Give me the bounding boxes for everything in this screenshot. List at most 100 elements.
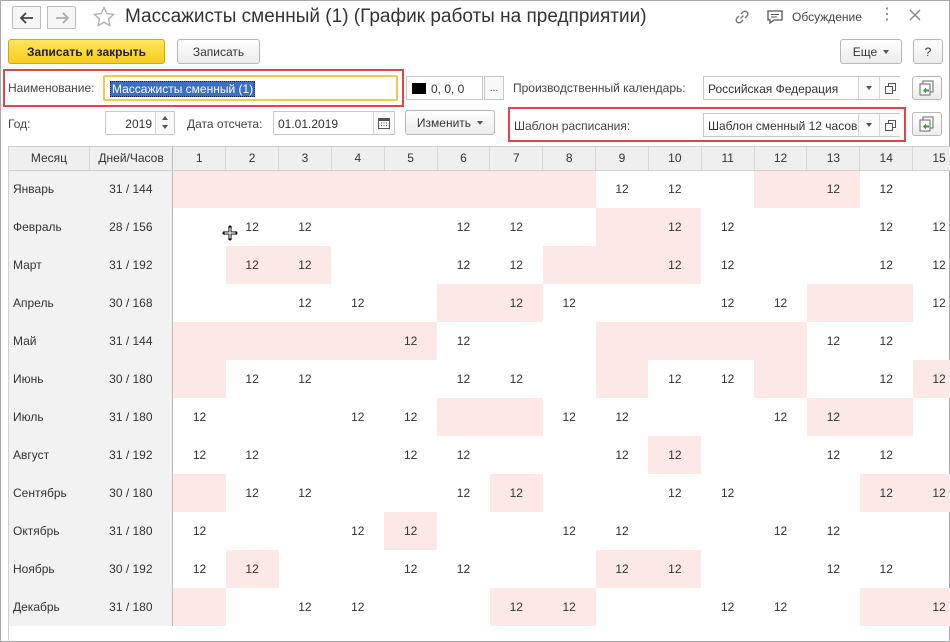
day-cell[interactable] (384, 208, 437, 246)
column-header-day[interactable]: 6 (437, 147, 491, 171)
day-cell[interactable]: 12 (596, 398, 649, 436)
day-cell[interactable]: 12 (754, 284, 807, 322)
day-cell[interactable]: 12 (648, 550, 702, 588)
day-cell[interactable] (384, 246, 437, 284)
template-select[interactable]: Шаблон сменный 12 часов (703, 113, 900, 137)
day-cell[interactable] (384, 588, 437, 626)
day-cell[interactable] (172, 588, 226, 626)
column-header-day[interactable]: 3 (278, 147, 332, 171)
days-hours-cell[interactable]: 30 / 180 (89, 474, 174, 512)
year-input[interactable]: 2019 (105, 111, 175, 135)
day-cell[interactable]: 12 (648, 246, 702, 284)
days-hours-cell[interactable]: 30 / 180 (89, 360, 174, 398)
discuss-button[interactable] (766, 9, 784, 28)
save-and-close-button[interactable]: Записать и закрыть (8, 39, 165, 64)
day-cell[interactable]: 12 (279, 588, 332, 626)
day-cell[interactable]: 12 (913, 284, 950, 322)
day-cell[interactable]: 12 (437, 550, 490, 588)
day-cell[interactable] (173, 208, 226, 246)
day-cell[interactable] (279, 398, 332, 436)
day-cell[interactable] (648, 322, 702, 360)
vertical-dots-icon[interactable]: ⋮ (879, 7, 895, 23)
day-cell[interactable] (384, 474, 437, 512)
template-open-button[interactable] (879, 114, 900, 136)
day-cell[interactable] (595, 322, 649, 360)
month-cell[interactable]: Июнь (9, 360, 90, 398)
name-input[interactable]: Массажисты сменный (1) (103, 75, 398, 101)
day-cell[interactable]: 12 (437, 436, 490, 474)
month-cell[interactable]: Март (9, 246, 90, 284)
month-cell[interactable]: Апрель (9, 284, 90, 322)
day-cell[interactable] (596, 588, 649, 626)
column-header-day[interactable]: 2 (225, 147, 280, 171)
column-header-day[interactable]: 4 (331, 147, 385, 171)
day-cell[interactable] (543, 436, 596, 474)
day-cell[interactable]: 12 (807, 436, 860, 474)
day-cell[interactable] (225, 322, 279, 360)
day-cell[interactable] (437, 284, 490, 322)
back-button[interactable] (12, 6, 41, 29)
day-cell[interactable] (226, 398, 279, 436)
day-cell[interactable]: 12 (595, 550, 649, 588)
day-cell[interactable]: 12 (331, 588, 384, 626)
column-header-day[interactable]: 12 (754, 147, 808, 171)
day-cell[interactable]: 12 (648, 170, 701, 208)
day-cell[interactable] (913, 398, 950, 436)
days-hours-cell[interactable]: 31 / 144 (89, 170, 174, 208)
day-cell[interactable] (172, 322, 226, 360)
color-choose-button[interactable]: ... (484, 76, 504, 100)
day-cell[interactable] (859, 588, 913, 626)
column-header-day[interactable]: 13 (806, 147, 861, 171)
template-dropdown-button[interactable] (858, 114, 879, 136)
day-cell[interactable]: 12 (912, 588, 950, 626)
day-cell[interactable]: 12 (860, 436, 913, 474)
day-cell[interactable]: 12 (543, 398, 596, 436)
day-cell[interactable]: 12 (543, 284, 596, 322)
day-cell[interactable]: 12 (384, 512, 438, 550)
day-cell[interactable] (331, 474, 384, 512)
day-cell[interactable]: 12 (226, 436, 279, 474)
day-cell[interactable]: 12 (226, 360, 279, 398)
day-cell[interactable] (331, 360, 384, 398)
day-cell[interactable]: 12 (860, 170, 913, 208)
day-cell[interactable]: 12 (754, 512, 807, 550)
calendar-open-button[interactable] (879, 77, 900, 99)
day-cell[interactable]: 12 (384, 322, 438, 360)
day-cell[interactable] (701, 512, 754, 550)
day-cell[interactable]: 12 (596, 436, 649, 474)
day-cell[interactable]: 12 (648, 436, 702, 474)
day-cell[interactable]: 12 (279, 208, 332, 246)
day-cell[interactable] (490, 322, 543, 360)
day-cell[interactable] (331, 436, 384, 474)
day-cell[interactable] (754, 474, 807, 512)
day-cell[interactable] (913, 512, 950, 550)
day-cell[interactable]: 12 (860, 360, 913, 398)
day-cell[interactable] (701, 170, 754, 208)
day-cell[interactable] (754, 170, 807, 208)
day-cell[interactable] (754, 550, 807, 588)
day-cell[interactable]: 12 (173, 436, 226, 474)
day-cell[interactable]: 12 (437, 208, 490, 246)
calendar-picker-button[interactable] (373, 112, 394, 134)
day-cell[interactable] (542, 170, 596, 208)
day-cell[interactable] (913, 170, 950, 208)
day-cell[interactable]: 12 (542, 588, 596, 626)
days-hours-cell[interactable]: 28 / 156 (89, 208, 174, 246)
days-hours-cell[interactable]: 31 / 144 (89, 322, 174, 360)
column-header-day[interactable]: 1 (172, 147, 227, 171)
day-cell[interactable]: 12 (913, 208, 950, 246)
day-cell[interactable] (595, 360, 649, 398)
day-cell[interactable]: 12 (807, 550, 860, 588)
close-button[interactable] (908, 8, 922, 25)
month-cell[interactable]: Октябрь (9, 512, 90, 550)
day-cell[interactable]: 12 (912, 360, 950, 398)
day-cell[interactable] (807, 208, 860, 246)
day-cell[interactable] (489, 170, 543, 208)
month-cell[interactable]: Май (9, 322, 90, 360)
day-cell[interactable]: 12 (173, 398, 226, 436)
more-button[interactable]: Еще (840, 39, 902, 64)
discuss-label[interactable]: Обсуждение (792, 10, 862, 24)
day-cell[interactable] (859, 284, 913, 322)
day-cell[interactable]: 12 (912, 474, 950, 512)
day-cell[interactable]: 12 (701, 246, 754, 284)
